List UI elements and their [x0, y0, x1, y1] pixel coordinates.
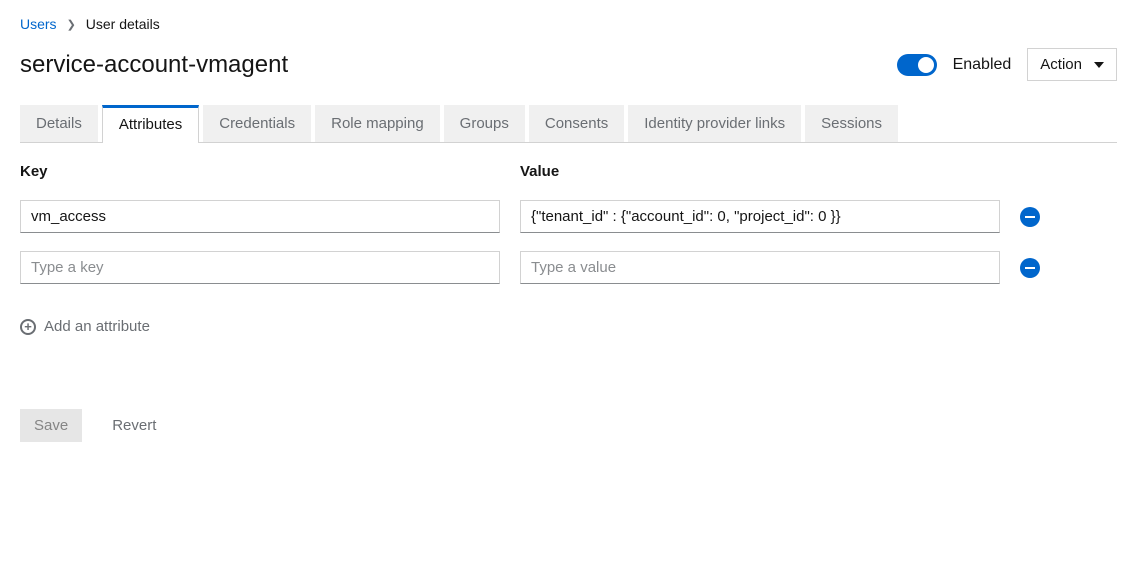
- revert-button[interactable]: Revert: [106, 416, 162, 435]
- tab-identity-provider-links[interactable]: Identity provider links: [628, 105, 801, 142]
- add-attribute-label: Add an attribute: [44, 318, 150, 335]
- action-dropdown[interactable]: Action: [1027, 48, 1117, 81]
- column-header-value: Value: [520, 163, 1000, 180]
- remove-row-button[interactable]: [1020, 207, 1040, 227]
- plus-circle-icon: +: [20, 319, 36, 335]
- toggle-knob: [918, 57, 934, 73]
- tab-attributes[interactable]: Attributes: [102, 105, 199, 143]
- tabs-bar: DetailsAttributesCredentialsRole mapping…: [20, 105, 1117, 143]
- attribute-row: [20, 200, 1117, 233]
- remove-row-button[interactable]: [1020, 258, 1040, 278]
- breadcrumb-users-link[interactable]: Users: [20, 16, 57, 32]
- add-attribute-button[interactable]: + Add an attribute: [20, 314, 150, 339]
- attribute-row: [20, 251, 1117, 284]
- save-button[interactable]: Save: [20, 409, 82, 442]
- tab-role-mapping[interactable]: Role mapping: [315, 105, 440, 142]
- action-label: Action: [1040, 56, 1082, 73]
- tab-consents[interactable]: Consents: [529, 105, 624, 142]
- key-input[interactable]: [20, 200, 500, 233]
- enabled-toggle[interactable]: [897, 54, 937, 76]
- tab-details[interactable]: Details: [20, 105, 98, 142]
- enabled-label: Enabled: [953, 56, 1012, 74]
- tab-groups[interactable]: Groups: [444, 105, 525, 142]
- attribute-rows: [20, 200, 1117, 284]
- key-input[interactable]: [20, 251, 500, 284]
- column-header-key: Key: [20, 163, 500, 180]
- page-title: service-account-vmagent: [20, 51, 288, 79]
- chevron-right-icon: ❯: [67, 18, 76, 31]
- tab-sessions[interactable]: Sessions: [805, 105, 898, 142]
- value-input[interactable]: [520, 200, 1000, 233]
- breadcrumb: Users ❯ User details: [20, 16, 1117, 32]
- value-input[interactable]: [520, 251, 1000, 284]
- tab-credentials[interactable]: Credentials: [203, 105, 311, 142]
- breadcrumb-current: User details: [86, 16, 160, 32]
- chevron-down-icon: [1094, 62, 1104, 68]
